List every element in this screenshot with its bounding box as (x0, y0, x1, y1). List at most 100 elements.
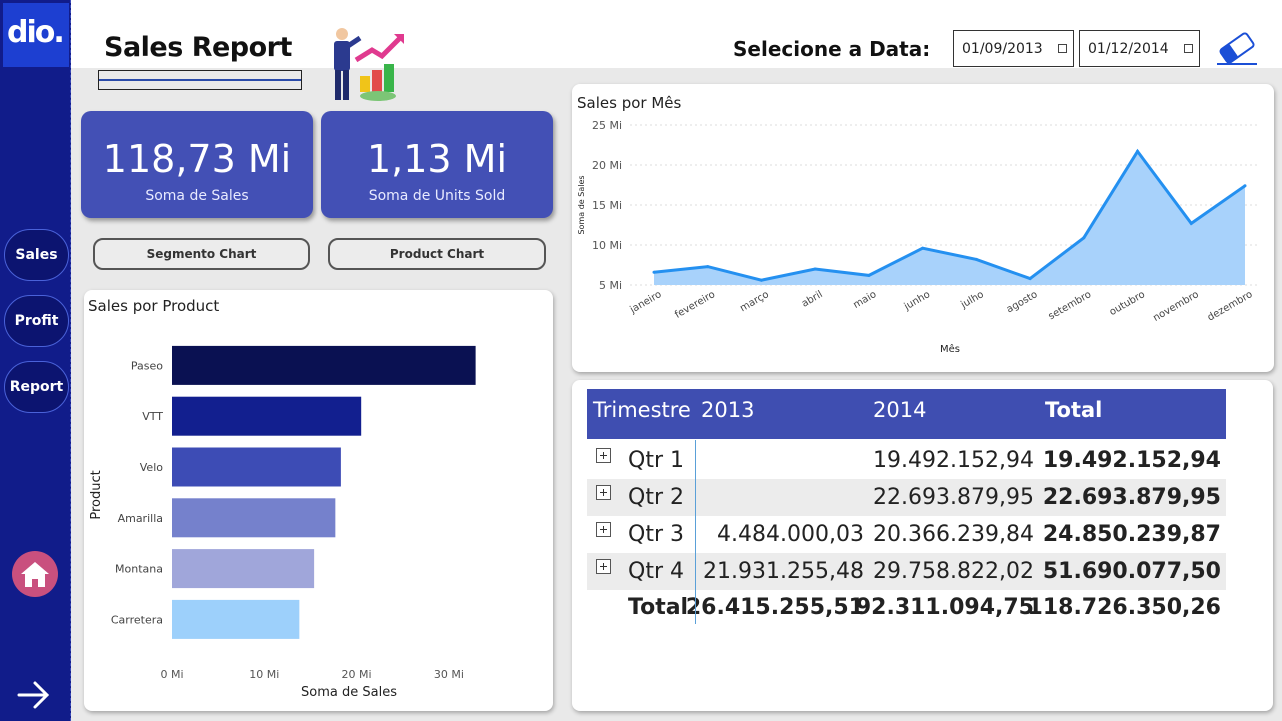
businessman-chart-icon (334, 28, 404, 101)
expand-icon[interactable] (596, 522, 611, 537)
matrix-header-total: Total (1045, 398, 1103, 422)
x-tick-label: setembro (1047, 289, 1094, 322)
x-tick-label: 30 Mi (434, 668, 464, 681)
x-tick-label: fevereiro (673, 289, 717, 321)
page-title: Sales Report (104, 32, 292, 63)
data-point (1028, 277, 1032, 281)
expand-icon[interactable] (596, 485, 611, 500)
x-axis-label: Soma de Sales (301, 685, 397, 700)
matrix-header: Trimestre 2013 2014 Total (587, 389, 1226, 439)
kpi-value: 118,73 Mi (102, 137, 292, 181)
row-label: Qtr 4 (628, 559, 684, 584)
date-end-value: 01/12/2014 (1088, 40, 1169, 57)
row-label: Total (628, 595, 689, 620)
bar-chart-title: Sales por Product (88, 297, 220, 315)
x-tick-label: abril (800, 289, 825, 310)
date-start-input[interactable]: 01/09/2013 (953, 30, 1074, 67)
y-tick-label: 15 Mi (592, 199, 622, 212)
cell-2013: 4.484.000,03 (717, 522, 864, 547)
report-page: dio. Sales Profit Report Sales Report Se… (0, 0, 1282, 721)
date-end-input[interactable]: 01/12/2014 (1079, 30, 1200, 67)
cell-2014: 92.311.094,75 (855, 595, 1034, 620)
cell-total: 22.693.879,95 (1042, 485, 1221, 510)
kpi-label: Soma de Units Sold (368, 188, 506, 204)
kpi-card-units: 1,13 Mi Soma de Units Sold (321, 111, 553, 218)
y-tick-label: 5 Mi (599, 279, 622, 292)
eraser-icon[interactable] (1215, 30, 1259, 66)
expand-icon[interactable] (596, 448, 611, 463)
row-label: Qtr 2 (628, 485, 684, 510)
matrix-header-2013: 2013 (701, 398, 755, 422)
cell-2013: 21.931.255,48 (703, 559, 864, 584)
data-point (921, 246, 925, 250)
expand-icon[interactable] (596, 559, 611, 574)
data-point (1189, 221, 1193, 225)
bar-chart: Paseo VTT Velo Amarilla Montana Carretera 0 Mi… (89, 345, 476, 700)
data-point (813, 267, 817, 271)
bar (172, 447, 341, 487)
matrix-row: Qtr 2 22.693.879,95 22.693.879,95 (587, 479, 1226, 516)
kpi-value: 1,13 Mi (366, 137, 508, 181)
bar-category-label: Paseo (131, 359, 163, 372)
data-point (1082, 236, 1086, 240)
data-point (1243, 184, 1247, 188)
cell-total: 24.850.239,87 (1042, 522, 1221, 547)
calendar-icon[interactable] (1058, 44, 1067, 53)
data-point (974, 257, 978, 261)
nav-profit-button[interactable]: Profit (4, 295, 69, 347)
x-tick-label: julho (958, 289, 985, 311)
cell-total: 51.690.077,50 (1042, 559, 1221, 584)
row-label: Qtr 1 (628, 448, 684, 473)
x-tick-label: março (738, 289, 771, 314)
bar-category-label: Velo (140, 461, 163, 474)
bar-category-label: Carretera (111, 613, 163, 626)
cell-2014: 19.492.152,94 (873, 448, 1034, 473)
x-tick-label: dezembro (1206, 289, 1255, 324)
x-tick-label: novembro (1151, 289, 1200, 324)
cell-total: 19.492.152,94 (1042, 448, 1221, 473)
cell-2014: 20.366.239,84 (873, 522, 1034, 547)
data-point (652, 270, 656, 274)
bar (172, 599, 300, 639)
data-point (1136, 149, 1140, 153)
x-tick-label: 20 Mi (342, 668, 372, 681)
title-underline (98, 70, 302, 90)
nav-sales-button[interactable]: Sales (4, 229, 69, 281)
cell-2013: 26.415.255,51 (685, 595, 864, 620)
nav-report-button[interactable]: Report (4, 361, 69, 413)
y-axis-label: Product (89, 470, 104, 519)
home-icon (21, 562, 49, 587)
x-tick-label: 10 Mi (249, 668, 279, 681)
x-tick-label: outubro (1108, 289, 1147, 318)
sidebar: dio. Sales Profit Report (0, 0, 71, 721)
bar-category-label: Amarilla (118, 512, 163, 525)
logo: dio. (3, 3, 69, 67)
bar (172, 345, 476, 385)
x-tick-label: janeiro (628, 289, 664, 316)
bar (172, 498, 336, 538)
cell-2014: 29.758.822,02 (873, 559, 1034, 584)
matrix-header-trimestre: Trimestre (593, 398, 691, 422)
matrix-row: Qtr 4 21.931.255,48 29.758.822,02 51.690… (587, 553, 1226, 590)
area-fill (654, 151, 1245, 285)
matrix-divider (695, 440, 696, 624)
x-axis-label: Mês (940, 343, 960, 355)
kpi-card-sales: 118,73 Mi Soma de Sales (81, 111, 313, 218)
area-chart: 5 Mi 10 Mi 15 Mi 20 Mi 25 Mi janeiro fevereiro… (577, 119, 1260, 355)
arrow-right-icon[interactable] (16, 680, 52, 710)
y-axis-label: Soma de Sales (577, 175, 586, 234)
calendar-icon[interactable] (1184, 44, 1193, 53)
row-label: Qtr 3 (628, 522, 684, 547)
segmento-chart-button[interactable]: Segmento Chart (93, 238, 310, 270)
matrix-total-row: Total 26.415.255,51 92.311.094,75 118.72… (587, 589, 1226, 626)
bar-category-label: Montana (115, 563, 163, 576)
kpi-label: Soma de Sales (145, 188, 249, 204)
data-point (759, 278, 763, 282)
product-chart-button[interactable]: Product Chart (328, 238, 546, 270)
cell-2014: 22.693.879,95 (873, 485, 1034, 510)
date-start-value: 01/09/2013 (962, 40, 1043, 57)
home-button[interactable] (12, 551, 58, 597)
y-tick-label: 20 Mi (592, 159, 622, 172)
bar (172, 396, 362, 436)
data-point (706, 265, 710, 269)
